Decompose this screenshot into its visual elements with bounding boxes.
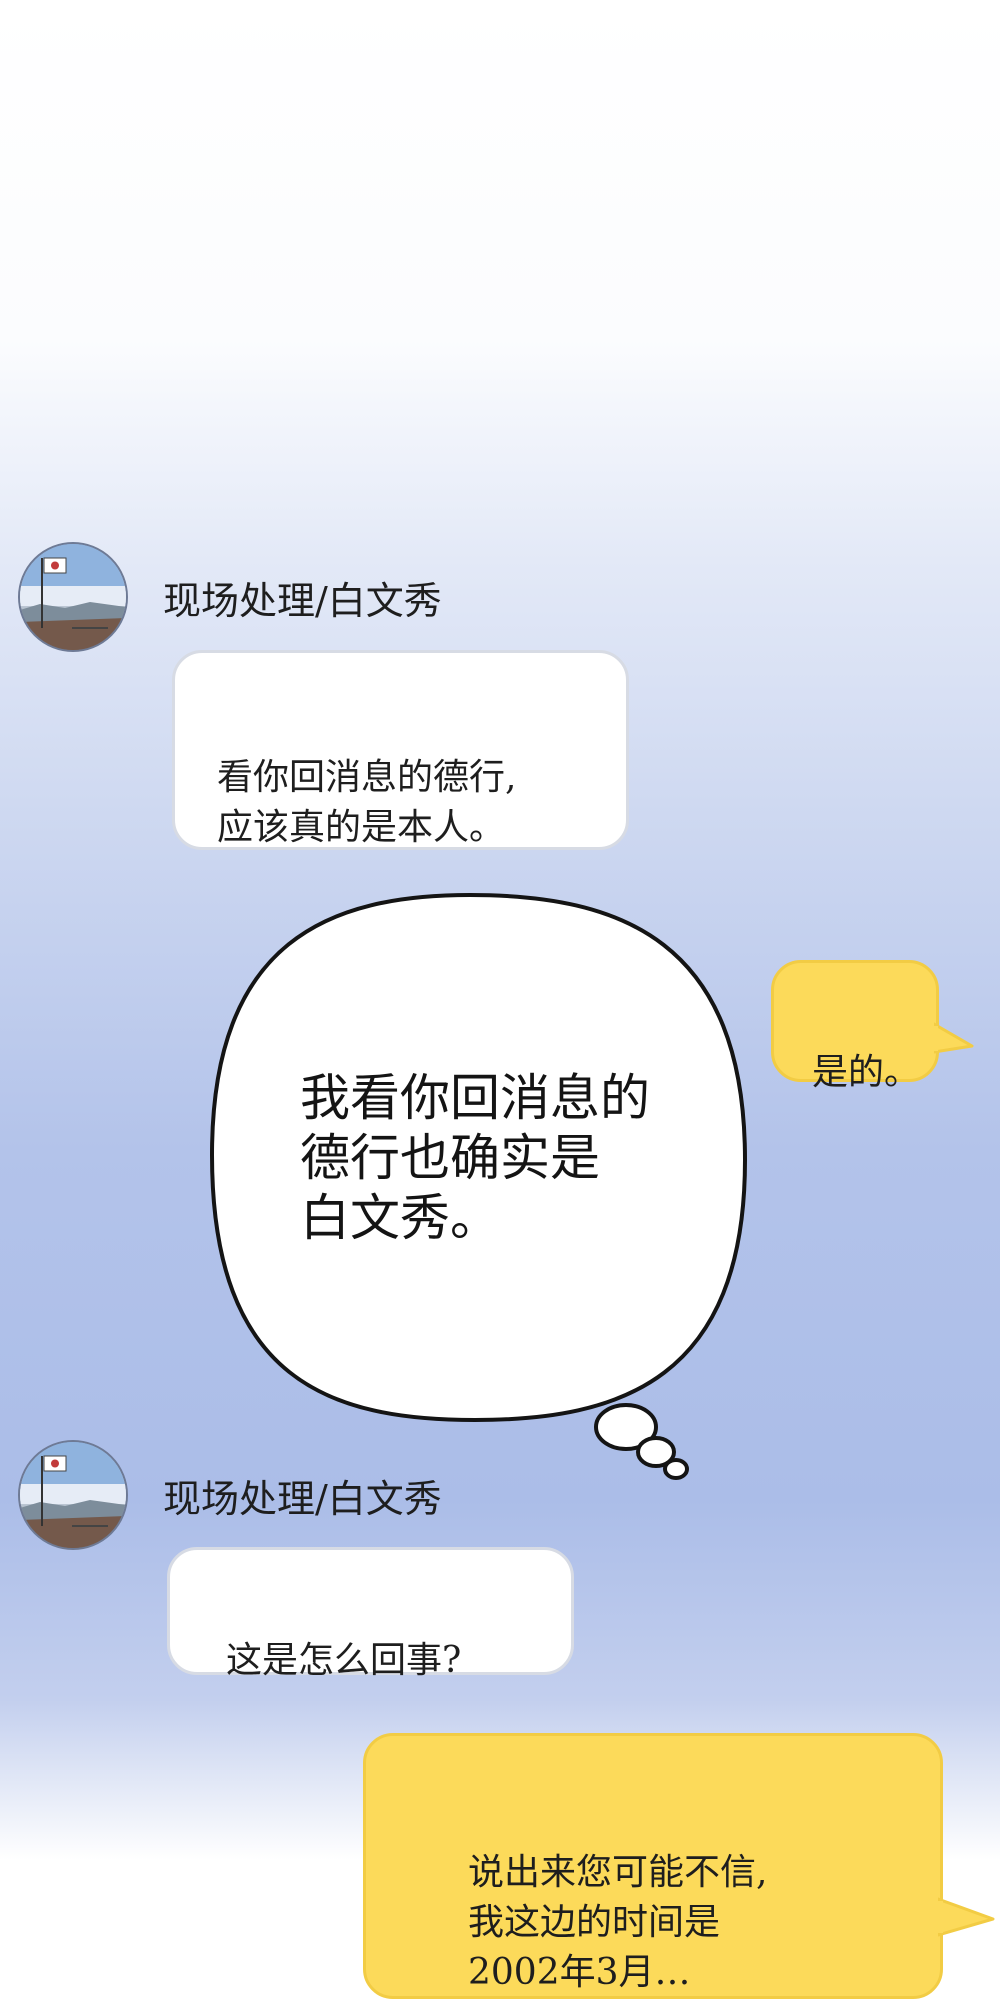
outgoing-message-bubble: 说出来您可能不信, 我这边的时间是 2002年3月… <box>363 1733 943 1999</box>
sender-name: 现场处理/白文秀 <box>163 1477 442 1521</box>
bubble-tail <box>934 1022 974 1054</box>
flag-landscape-avatar-image <box>20 1442 126 1548</box>
message-text: 是的。 <box>812 1052 921 1093</box>
sender-avatar <box>18 542 128 652</box>
message-text: 看你回消息的德行, 应该真的是本人。 <box>217 757 517 848</box>
sender-avatar <box>18 1440 128 1550</box>
flag-landscape-avatar-image <box>20 544 126 650</box>
sender-name: 现场处理/白文秀 <box>163 579 442 623</box>
incoming-message-bubble: 看你回消息的德行, 应该真的是本人。 <box>172 650 629 850</box>
thought-text: 我看你回消息的 德行也确实是 白文秀。 <box>300 1069 650 1247</box>
message-text: 说出来您可能不信, 我这边的时间是 2002年3月… <box>468 1852 768 1993</box>
message-text: 这是怎么回事? <box>226 1640 462 1681</box>
incoming-message-bubble: 这是怎么回事? <box>167 1547 574 1681</box>
thought-dots <box>594 1403 689 1480</box>
bubble-tail <box>938 1897 995 1937</box>
